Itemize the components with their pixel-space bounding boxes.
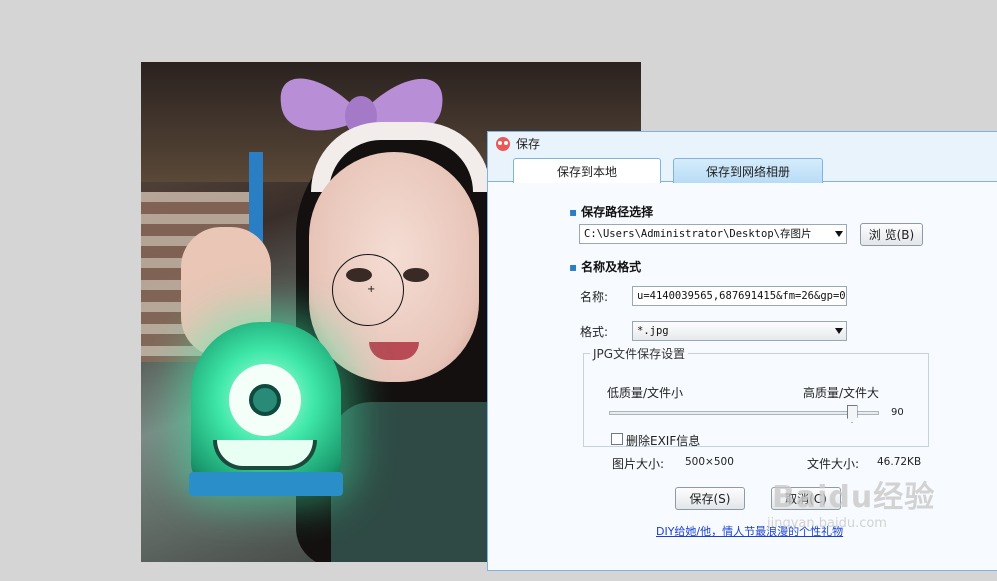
browse-button[interactable]: 浏 览(B) — [860, 223, 923, 246]
lantern-eye — [229, 364, 301, 436]
strip-exif-label[interactable]: 删除EXIF信息 — [626, 432, 700, 449]
lantern-base — [189, 472, 343, 496]
dialog-titlebar[interactable]: 保存 — [488, 132, 997, 155]
jpg-settings-legend: JPG文件保存设置 — [590, 345, 689, 362]
tab-save-album[interactable]: 保存到网络相册 — [673, 158, 823, 183]
file-size-label: 文件大小: — [807, 457, 860, 471]
image-size-label: 图片大小: — [612, 457, 665, 471]
low-quality-label: 低质量/文件小 — [607, 386, 684, 400]
filename-input[interactable]: u=4140039565,687691415&fm=26&gp=0_c — [632, 286, 847, 306]
format-value: *.jpg — [637, 325, 669, 337]
dialog-title: 保存 — [516, 137, 541, 151]
photo-lantern — [189, 322, 343, 496]
image-size-value: 500×500 — [685, 456, 734, 468]
name-heading-text: 名称及格式 — [581, 260, 642, 274]
file-size-value: 46.72KB — [877, 456, 922, 468]
path-input[interactable]: C:\Users\Administrator\Desktop\存图片 — [579, 224, 847, 244]
save-button[interactable]: 保存(S) — [675, 487, 745, 510]
app-icon — [496, 136, 510, 151]
quality-slider-thumb[interactable] — [846, 405, 858, 423]
name-section-heading: ▪ 名称及格式 — [569, 258, 641, 275]
watermark-sub: jingyan.baidu.com — [767, 516, 887, 531]
path-heading-text: 保存路径选择 — [581, 205, 654, 219]
jpg-settings-group: JPG文件保存设置 低质量/文件小 高质量/文件大 90 删除EXIF信息 — [583, 345, 929, 449]
strip-exif-checkbox[interactable] — [611, 433, 623, 445]
bullet-icon: ▪ — [569, 205, 578, 219]
path-value: C:\Users\Administrator\Desktop\存图片 — [584, 228, 812, 240]
watermark-main: Baidu经验 — [772, 480, 936, 515]
quality-value: 90 — [891, 407, 904, 418]
tab-bar: 保存到本地 保存到网络相册 — [488, 155, 997, 183]
crosshair-icon: + — [367, 284, 376, 295]
tab-save-local[interactable]: 保存到本地 — [513, 158, 661, 183]
chevron-down-icon[interactable] — [835, 231, 843, 237]
name-label: 名称: — [580, 290, 609, 304]
path-section-heading: ▪ 保存路径选择 — [569, 203, 653, 220]
lantern-iris — [249, 384, 281, 416]
lantern-grin — [213, 440, 317, 470]
format-select[interactable]: *.jpg — [632, 321, 847, 341]
filename-value: u=4140039565,687691415&fm=26&gp=0_c — [637, 290, 847, 302]
baidu-watermark: Baidu经验 jingyan.baidu.com — [767, 472, 936, 531]
quality-slider-track[interactable] — [609, 411, 879, 415]
chevron-down-icon[interactable] — [835, 328, 843, 334]
bullet-icon: ▪ — [569, 260, 578, 274]
photo-eye-right — [403, 268, 429, 282]
high-quality-label: 高质量/文件大 — [803, 386, 880, 400]
format-label: 格式: — [580, 325, 609, 339]
magnifier-cursor: + — [332, 254, 404, 326]
